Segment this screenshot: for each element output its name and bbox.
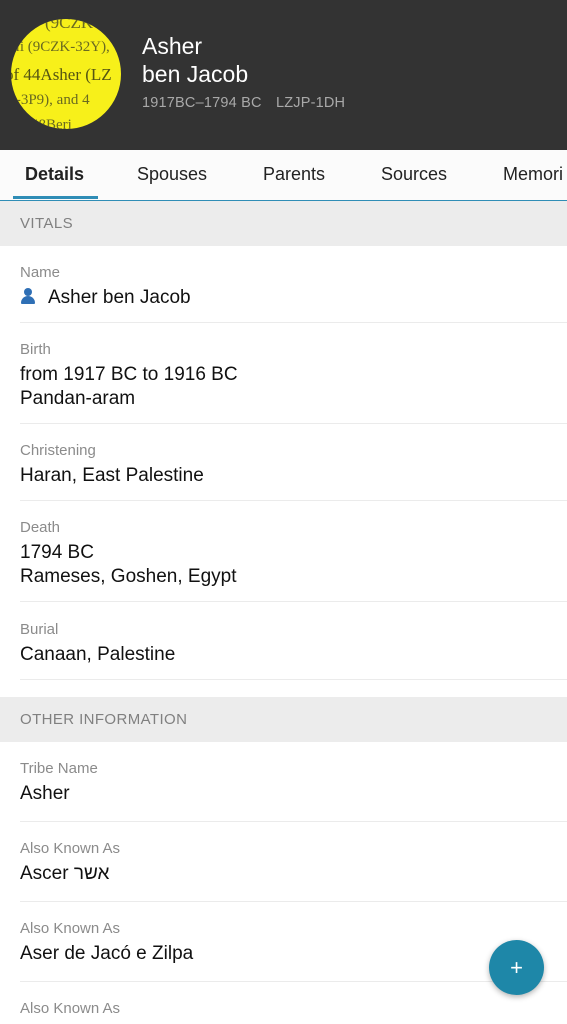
avatar-text-line: of 44Asher (LZ (11, 65, 112, 84)
tab-parents[interactable]: Parents (263, 150, 325, 198)
field-value: 1794 BC (20, 542, 94, 563)
also-known-as-row[interactable]: Also Known As Aser de Jacó e Zilpa (20, 920, 567, 966)
person-last-name: ben Jacob (142, 61, 249, 87)
person-first-name: Asher (142, 33, 203, 59)
field-value: Canaan, Palestine (20, 644, 176, 665)
field-label: Also Known As (20, 920, 121, 937)
tab-bar: Details Spouses Parents Sources Memori (0, 150, 567, 201)
divider (20, 500, 567, 501)
divider (20, 601, 567, 602)
field-label: Birth (20, 341, 51, 358)
field-label: Christening (20, 442, 96, 459)
vital-birth-row[interactable]: Birth from 1917 BC to 1916 BC Pandan-ara… (20, 341, 567, 411)
field-label: Also Known As (20, 1000, 121, 1017)
field-label: Death (20, 519, 61, 536)
person-avatar[interactable]: (9CZK-32Y) eli (9CZK-32Y), of 44Asher (L… (11, 19, 121, 129)
field-value: from 1917 BC to 1916 BC (20, 364, 238, 385)
field-label: Burial (20, 621, 59, 638)
avatar-text-line: 48Beri (31, 117, 72, 129)
person-id: LZJP-1DH (275, 95, 346, 111)
tribe-name-row[interactable]: Tribe Name Asher (20, 760, 567, 806)
field-label: Also Known As (20, 840, 121, 857)
divider (20, 322, 567, 323)
vital-christening-row[interactable]: Christening Haran, East Palestine (20, 442, 567, 488)
avatar-text-line: K-3P9), and 4 (11, 92, 90, 108)
divider (20, 423, 567, 424)
field-value: Ascer אשר (20, 863, 110, 884)
person-icon (20, 288, 36, 304)
section-header-vitals: VITALS (0, 201, 567, 246)
field-value: Rameses, Goshen, Egypt (20, 566, 237, 587)
avatar-text-line: (9CZK-32Y) (45, 19, 121, 32)
field-value: Aser de Jacó e Zilpa (20, 943, 194, 964)
divider (20, 901, 567, 902)
field-value: Pandan-aram (20, 388, 136, 409)
vital-name-row[interactable]: Name Asher ben Jacob (20, 264, 567, 310)
also-known-as-row[interactable]: Also Known As (20, 1000, 567, 1018)
field-value: Asher ben Jacob (48, 287, 191, 308)
tab-sources[interactable]: Sources (381, 150, 447, 198)
name-value-line: Asher ben Jacob (20, 286, 567, 310)
tab-details[interactable]: Details (25, 150, 84, 198)
divider (20, 821, 567, 822)
vital-burial-row[interactable]: Burial Canaan, Palestine (20, 621, 567, 667)
tab-spouses[interactable]: Spouses (137, 150, 207, 198)
field-label: Name (20, 264, 61, 281)
person-lifespan: 1917BC–1794 BC (142, 95, 262, 111)
also-known-as-row[interactable]: Also Known As Ascer אשר (20, 840, 567, 886)
avatar-text-line: eli (9CZK-32Y), (11, 39, 110, 55)
field-value: Asher (20, 783, 70, 804)
person-header: (9CZK-32Y) eli (9CZK-32Y), of 44Asher (L… (0, 0, 567, 150)
field-value: Haran, East Palestine (20, 465, 204, 486)
active-tab-indicator (13, 196, 98, 199)
field-label: Tribe Name (20, 760, 98, 777)
divider (20, 679, 567, 680)
divider (20, 981, 567, 982)
tab-memories[interactable]: Memori (503, 150, 563, 198)
add-button[interactable]: + (489, 940, 544, 995)
person-meta: 1917BC–1794 BC LZJP-1DH (142, 95, 345, 111)
section-header-other-information: OTHER INFORMATION (0, 697, 567, 742)
vital-death-row[interactable]: Death 1794 BC Rameses, Goshen, Egypt (20, 519, 567, 589)
